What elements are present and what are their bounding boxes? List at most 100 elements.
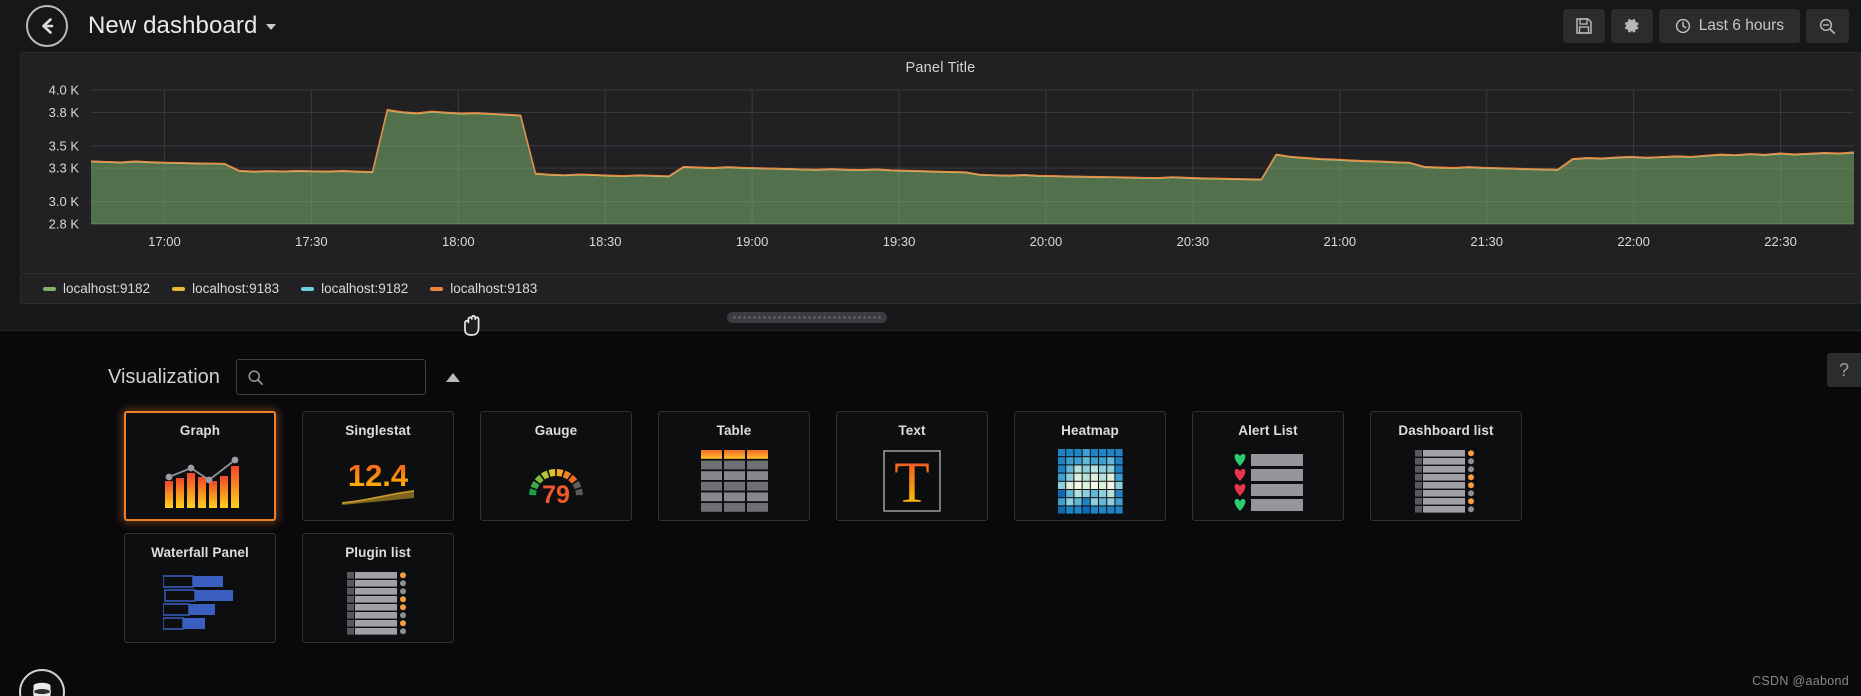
visualization-label: Visualization — [108, 365, 220, 388]
gauge-art: 79 — [481, 442, 631, 520]
svg-text:19:30: 19:30 — [883, 234, 916, 249]
svg-text:20:00: 20:00 — [1030, 234, 1063, 249]
watermark-text: CSDN @aabond — [1752, 674, 1849, 688]
legend-label: localhost:9183 — [450, 281, 538, 296]
editor-sidebar — [0, 661, 86, 696]
dashboard-title[interactable]: New dashboard — [88, 12, 277, 40]
viz-card-text[interactable]: Text T — [836, 411, 988, 521]
viz-card-heatmap[interactable]: Heatmap — [1014, 411, 1166, 521]
dashboardlist-art — [1371, 442, 1521, 520]
drag-dots-icon — [732, 316, 882, 319]
visualization-header: Visualization — [108, 359, 460, 395]
svg-text:18:00: 18:00 — [442, 234, 475, 249]
svg-text:12.4: 12.4 — [348, 458, 409, 493]
chevron-down-icon — [266, 23, 277, 30]
svg-text:3.3 K: 3.3 K — [49, 161, 80, 176]
svg-text:22:00: 22:00 — [1617, 234, 1650, 249]
pluginlist-art — [303, 564, 453, 642]
graph-art — [126, 442, 274, 519]
svg-text:3.0 K: 3.0 K — [49, 194, 80, 209]
search-icon — [248, 369, 263, 385]
time-range-picker[interactable]: Last 6 hours — [1658, 9, 1800, 43]
timeseries-chart: 4.0 K 3.8 K 3.5 K 3.3 K 3.0 K 2.8 K 17:00 17:30… — [49, 83, 1855, 249]
graph-panel[interactable]: Panel Title 4.0 K 3.8 K 3.5 K 3.3 K 3.0 K 2.8… — [20, 52, 1861, 274]
plot-area: 4.0 K 3.8 K 3.5 K 3.3 K 3.0 K 2.8 K 17:00 17:30… — [21, 76, 1861, 266]
legend-label: localhost:9182 — [63, 281, 151, 296]
viz-card-title: Table — [716, 423, 752, 438]
alertlist-art — [1193, 442, 1343, 520]
panel-resize-handle[interactable] — [727, 312, 887, 323]
svg-text:21:00: 21:00 — [1324, 234, 1357, 249]
gear-icon — [1624, 18, 1639, 33]
svg-text:17:00: 17:00 — [148, 234, 181, 249]
viz-card-title: Dashboard list — [1398, 423, 1494, 438]
help-button[interactable]: ? — [1827, 353, 1861, 387]
svg-text:20:30: 20:30 — [1177, 234, 1210, 249]
svg-text:4.0 K: 4.0 K — [49, 83, 80, 98]
visualization-search[interactable] — [235, 359, 452, 395]
time-range-label: Last 6 hours — [1698, 17, 1784, 34]
viz-card-title: Singlestat — [345, 423, 411, 438]
search-input[interactable] — [263, 360, 452, 394]
question-mark-icon: ? — [1838, 359, 1849, 380]
svg-text:T: T — [894, 450, 929, 512]
legend-item[interactable]: localhost:9182 — [301, 281, 408, 296]
chart-legend: localhost:9182 localhost:9183 localhost:91… — [20, 274, 1861, 304]
topnav-actions: Last 6 hours — [1562, 9, 1849, 43]
svg-text:79: 79 — [542, 481, 570, 509]
viz-card-waterfall-panel[interactable]: Waterfall Panel — [124, 533, 276, 643]
viz-card-gauge[interactable]: Gauge 79 — [480, 411, 632, 521]
panel-editor-pane: Visualization ? Graph Singlestat 12.4 Gauge… — [0, 330, 1861, 696]
svg-text:19:00: 19:00 — [736, 234, 769, 249]
database-icon — [32, 682, 52, 696]
viz-card-table[interactable]: Table — [658, 411, 810, 521]
svg-text:3.5 K: 3.5 K — [49, 138, 80, 153]
text-art: T — [837, 442, 987, 520]
viz-card-title: Text — [898, 423, 926, 438]
back-button[interactable] — [26, 5, 68, 47]
legend-label: localhost:9183 — [192, 281, 280, 296]
viz-card-alert-list[interactable]: Alert List — [1192, 411, 1344, 521]
zoom-out-button[interactable] — [1806, 9, 1849, 43]
svg-text:3.8 K: 3.8 K — [49, 105, 80, 120]
viz-card-title: Plugin list — [345, 545, 411, 560]
waterfall-art — [125, 564, 275, 642]
svg-text:21:30: 21:30 — [1470, 234, 1503, 249]
viz-card-title: Waterfall Panel — [151, 545, 249, 560]
clock-icon — [1675, 18, 1690, 34]
viz-card-title: Heatmap — [1061, 423, 1119, 438]
arrow-left-icon — [42, 18, 54, 34]
table-art — [659, 442, 809, 520]
viz-card-title: Graph — [179, 423, 221, 438]
heatmap-art — [1015, 442, 1165, 520]
legend-item[interactable]: localhost:9182 — [43, 281, 150, 296]
top-navbar: New dashboard Last 6 hours — [0, 0, 1861, 52]
viz-card-singlestat[interactable]: Singlestat 12.4 — [302, 411, 454, 521]
legend-color-swatch — [430, 286, 444, 291]
svg-text:22:30: 22:30 — [1764, 234, 1797, 249]
viz-card-dashboard-list[interactable]: Dashboard list — [1370, 411, 1522, 521]
viz-card-title: Alert List — [1238, 423, 1298, 438]
legend-item[interactable]: localhost:9183 — [172, 281, 279, 296]
panel-title: Panel Title — [905, 60, 976, 76]
dashboard-title-text: New dashboard — [88, 12, 258, 39]
app-root: New dashboard Last 6 hours Panel Title 4… — [0, 0, 1861, 696]
legend-item[interactable]: localhost:9183 — [430, 281, 537, 296]
legend-label: localhost:9182 — [321, 281, 409, 296]
dashboard-settings-button[interactable] — [1610, 9, 1653, 43]
save-dashboard-button[interactable] — [1562, 9, 1605, 43]
viz-card-title: Gauge — [534, 423, 578, 438]
svg-text:18:30: 18:30 — [589, 234, 622, 249]
svg-text:17:30: 17:30 — [295, 234, 328, 249]
viz-card-graph[interactable]: Graph — [124, 411, 276, 521]
svg-text:2.8 K: 2.8 K — [49, 217, 80, 232]
legend-color-swatch — [172, 286, 186, 291]
visualization-type-grid: Graph Singlestat 12.4 Gauge 79 Table Text T Heat… — [124, 411, 1554, 643]
magnifier-minus-icon — [1819, 18, 1836, 34]
sidebar-item-queries[interactable] — [19, 669, 65, 696]
viz-card-plugin-list[interactable]: Plugin list — [302, 533, 454, 643]
save-disk-icon — [1575, 18, 1592, 34]
legend-color-swatch — [301, 286, 315, 291]
singlestat-art: 12.4 — [303, 442, 453, 520]
legend-color-swatch — [43, 286, 56, 291]
